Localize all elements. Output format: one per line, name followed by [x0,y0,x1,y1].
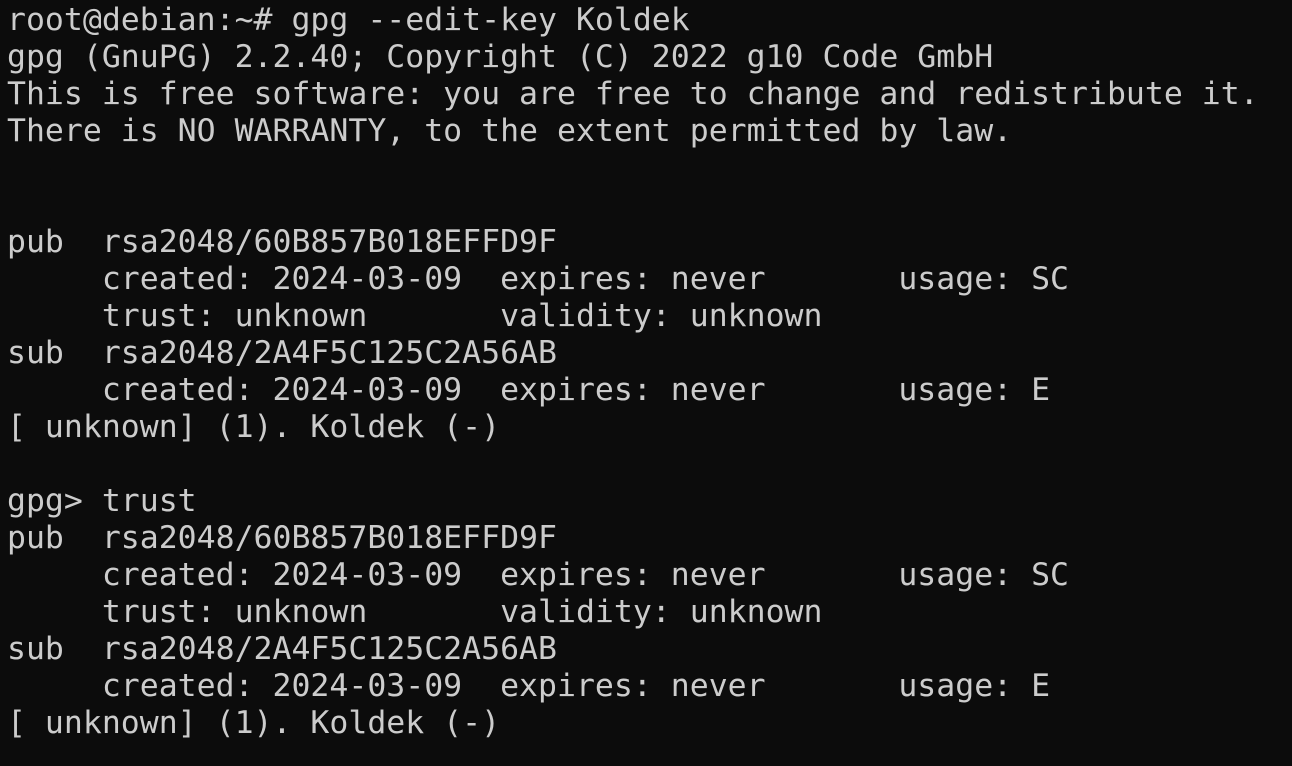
terminal-line: created: 2024-03-09 expires: never usage… [7,261,1070,297]
terminal-line: created: 2024-03-09 expires: never usage… [7,372,1051,408]
terminal-line: pub rsa2048/60B857B018EFFD9F [7,520,557,556]
terminal-line: root@debian:~# gpg --edit-key Koldek [7,2,690,38]
terminal-line: trust: unknown validity: unknown [7,594,823,630]
terminal-line: created: 2024-03-09 expires: never usage… [7,668,1051,704]
terminal-line: [ unknown] (1). Koldek (-) [7,705,501,741]
terminal-line: pub rsa2048/60B857B018EFFD9F [7,224,557,260]
terminal-line: This is free software: you are free to c… [7,76,1259,112]
terminal-output[interactable]: root@debian:~# gpg --edit-key Koldek gpg … [7,2,1292,766]
terminal-line: trust: unknown validity: unknown [7,298,823,334]
terminal-line: There is NO WARRANTY, to the extent perm… [7,113,1013,149]
terminal-line: created: 2024-03-09 expires: never usage… [7,557,1070,593]
terminal-line: sub rsa2048/2A4F5C125C2A56AB [7,631,557,667]
terminal-line: sub rsa2048/2A4F5C125C2A56AB [7,335,557,371]
terminal-line: gpg (GnuPG) 2.2.40; Copyright (C) 2022 g… [7,39,994,75]
terminal-line: [ unknown] (1). Koldek (-) [7,409,501,445]
terminal-line: gpg> trust [7,483,197,519]
